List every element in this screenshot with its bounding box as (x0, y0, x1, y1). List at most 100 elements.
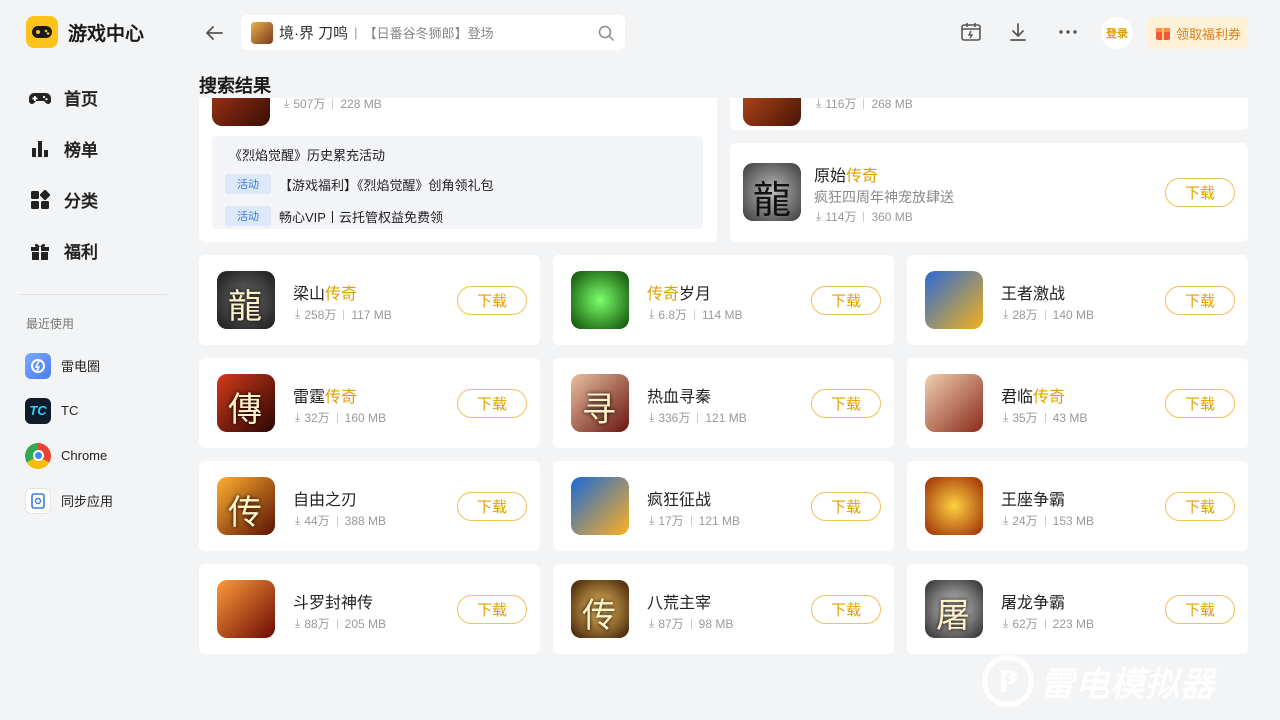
recent-item-leidianquan[interactable]: 雷电圈 (25, 343, 113, 388)
download-button[interactable]: 下载 (811, 595, 881, 624)
result-card-partial-left[interactable]: ⤓ 507万 228 MB 《烈焰觉醒》历史累充活动 活动 【游戏福利】《烈焰觉… (199, 98, 717, 242)
app-meta: ⤓ 6.8万 114 MB (649, 306, 742, 323)
game-icon: 龍 (217, 271, 275, 329)
recent-item-label: TC (61, 403, 79, 418)
meta-separator (690, 618, 692, 629)
back-arrow-icon[interactable] (203, 22, 225, 44)
game-icon: 傳 (217, 374, 275, 432)
download-button[interactable]: 下载 (1165, 178, 1235, 207)
download-small-icon: ⤓ (1003, 307, 1009, 321)
meta-separator (332, 98, 334, 109)
download-button[interactable]: 下载 (457, 595, 527, 624)
download-count: 258万 (304, 308, 337, 322)
app-logo[interactable]: 游戏中心 (26, 16, 144, 48)
app-card[interactable]: 屠 屠龙争霸 ⤓ 62万 223 MB 下载 (907, 564, 1248, 654)
app-card[interactable]: 王者激战 ⤓ 28万 140 MB 下载 (907, 255, 1248, 345)
download-small-icon: ⤓ (649, 616, 655, 630)
recent-item-label: Chrome (61, 448, 108, 463)
download-button[interactable]: 下载 (811, 286, 881, 315)
search-bar[interactable]: 境·界 刀鸣 | 【日番谷冬狮郎】登场 (241, 15, 625, 50)
activity-item[interactable]: 活动 畅心VIP丨云托管权益免费领 (225, 206, 443, 226)
app-meta: ⤓ 28万 140 MB (1003, 306, 1094, 323)
download-small-icon: ⤓ (816, 209, 822, 223)
app-size: 140 MB (1052, 307, 1095, 322)
search-results[interactable]: ⤓ 507万 228 MB 《烈焰觉醒》历史累充活动 活动 【游戏福利】《烈焰觉… (199, 98, 1248, 720)
activity-text: 《烈焰觉醒》历史累充活动 (229, 148, 386, 163)
recent-item-sync[interactable]: 同步应用 (25, 478, 113, 523)
nav-item-home[interactable]: 首页 (28, 72, 98, 123)
app-size: 114 MB (702, 307, 743, 322)
activity-item[interactable]: 活动 【游戏福利】《烈焰觉醒》创角领礼包 (225, 174, 494, 194)
nav-item-category[interactable]: 分类 (28, 174, 98, 225)
app-card[interactable]: 传 自由之刃 ⤓ 44万 388 MB 下载 (199, 461, 540, 551)
nav-item-welfare[interactable]: 福利 (28, 225, 98, 276)
app-size: 268 MB (871, 98, 913, 111)
more-icon[interactable] (1056, 20, 1080, 44)
result-card-featured[interactable]: 龍 原始传奇 疯狂四周年神宠放肆送 ⤓ 114万 360 MB 下载 (730, 143, 1248, 242)
gift-icon (31, 243, 49, 260)
result-card-partial-right[interactable]: ⤓ 116万 268 MB (730, 98, 1248, 130)
app-name-plain: 热血寻秦 (647, 389, 712, 406)
nav-item-ranking[interactable]: 榜单 (28, 123, 98, 174)
coupon-button[interactable]: 领取福利券 (1147, 17, 1248, 49)
game-icon (925, 271, 983, 329)
download-small-icon: ⤓ (284, 98, 290, 110)
app-name-highlight: 传奇 (647, 286, 680, 303)
login-button[interactable]: 登录 (1101, 17, 1133, 49)
app-name-suffix: 岁月 (679, 286, 712, 303)
watermark: 雷电模拟器 (982, 655, 1215, 707)
download-button[interactable]: 下载 (1165, 286, 1235, 315)
app-name: 八荒主宰 (647, 589, 711, 613)
activity-item[interactable]: 《烈焰觉醒》历史累充活动 (229, 145, 385, 164)
calendar-icon[interactable] (959, 20, 983, 44)
search-icon[interactable] (597, 24, 615, 42)
app-name-plain: 疯狂征战 (647, 492, 712, 509)
app-size: 360 MB (871, 209, 913, 224)
app-name-plain: 八荒主宰 (647, 595, 712, 612)
app-title: 游戏中心 (68, 23, 145, 45)
download-small-icon: ⤓ (295, 513, 301, 527)
sync-app-icon (25, 487, 51, 514)
app-name-plain: 梁山 (293, 286, 326, 303)
section-title: 搜索结果 (199, 76, 271, 96)
activity-text: 【游戏福利】《烈焰觉醒》创角领礼包 (279, 177, 494, 193)
download-button[interactable]: 下载 (457, 286, 527, 315)
activity-text: 畅心VIP丨云托管权益免费领 (279, 209, 443, 225)
search-input[interactable]: 【日番谷冬狮郎】登场 (364, 23, 597, 42)
recent-item-chrome[interactable]: Chrome (25, 433, 113, 478)
app-card[interactable]: 斗罗封神传 ⤓ 88万 205 MB 下载 (199, 564, 540, 654)
download-icon[interactable] (1006, 20, 1030, 44)
app-meta: ⤓ 116万 268 MB (816, 98, 913, 112)
download-button[interactable]: 下载 (811, 389, 881, 418)
recent-item-tc[interactable]: TC TC (25, 388, 113, 433)
app-card[interactable]: 龍 梁山传奇 ⤓ 258万 117 MB 下载 (199, 255, 540, 345)
app-name-plain: 君临 (1001, 389, 1034, 406)
game-icon-glyph: 屠 (936, 596, 970, 636)
app-size: 223 MB (1052, 616, 1095, 631)
meta-separator (697, 412, 699, 423)
game-icon (212, 98, 270, 126)
download-button[interactable]: 下载 (1165, 595, 1235, 624)
game-icon-glyph: 寻 (582, 390, 616, 430)
app-card[interactable]: 寻 热血寻秦 ⤓ 336万 121 MB 下载 (553, 358, 894, 448)
game-icon-glyph: 龍 (753, 178, 792, 221)
app-card[interactable]: 君临传奇 ⤓ 35万 43 MB 下载 (907, 358, 1248, 448)
app-card[interactable]: 王座争霸 ⤓ 24万 153 MB 下载 (907, 461, 1248, 551)
game-icon (925, 477, 983, 535)
recent-title: 最近使用 (26, 317, 75, 331)
app-card[interactable]: 传 八荒主宰 ⤓ 87万 98 MB 下载 (553, 564, 894, 654)
app-card[interactable]: 传奇岁月 ⤓ 6.8万 114 MB 下载 (553, 255, 894, 345)
app-card[interactable]: 傳 雷霆传奇 ⤓ 32万 160 MB 下载 (199, 358, 540, 448)
download-count: 114万 (825, 210, 857, 224)
download-button[interactable]: 下载 (457, 492, 527, 521)
app-name: 梁山传奇 (293, 280, 357, 304)
app-card[interactable]: 疯狂征战 ⤓ 17万 121 MB 下载 (553, 461, 894, 551)
download-button[interactable]: 下载 (457, 389, 527, 418)
app-size: 121 MB (705, 410, 747, 425)
app-meta: ⤓ 336万 121 MB (649, 409, 747, 426)
download-button[interactable]: 下载 (1165, 389, 1235, 418)
download-button[interactable]: 下载 (1165, 492, 1235, 521)
meta-separator (1044, 412, 1046, 423)
meta-separator (694, 309, 695, 320)
download-button[interactable]: 下载 (811, 492, 881, 521)
